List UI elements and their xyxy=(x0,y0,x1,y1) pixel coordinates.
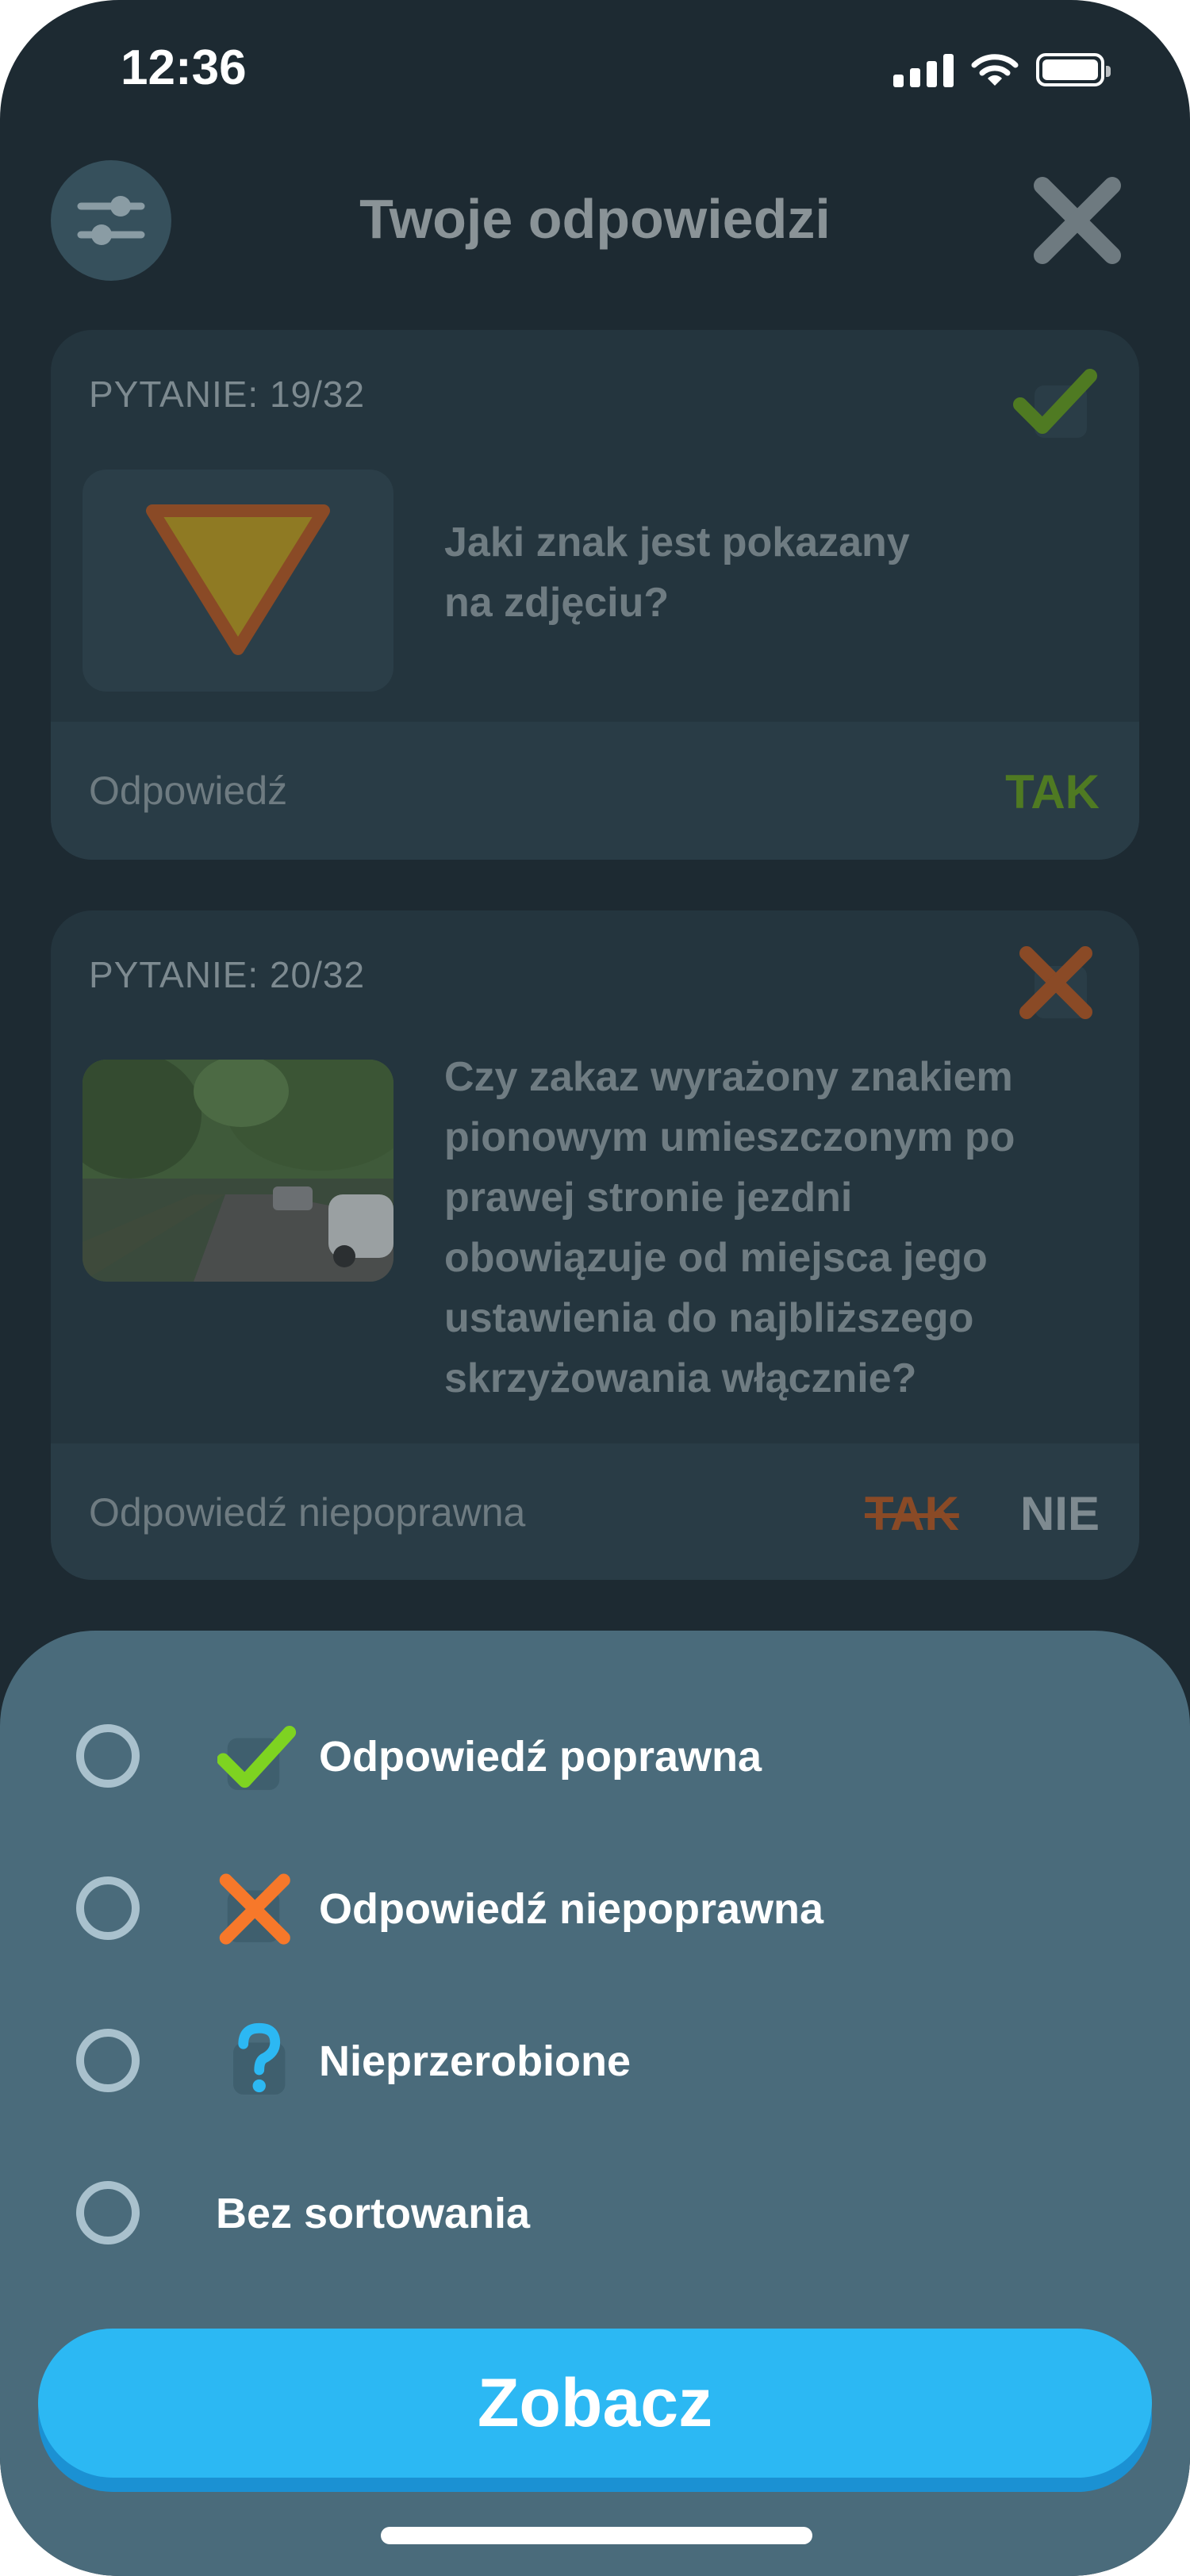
sort-option-label: Odpowiedź niepoprawna xyxy=(319,1885,824,1933)
question-number: PYTANIE: 20/32 xyxy=(89,954,366,995)
wifi-icon xyxy=(971,54,1019,86)
question-card[interactable]: PYTANIE: 20/32 Czy zakaz wyrażony znakie… xyxy=(51,910,1139,1580)
radio-button[interactable] xyxy=(76,2181,140,2244)
question-text-line: Jaki znak jest pokazany xyxy=(444,519,910,565)
sort-option-unanswered[interactable]: Nieprzerobione xyxy=(76,2022,1107,2110)
answer-label: Odpowiedź niepoprawna xyxy=(89,1490,526,1535)
radio-button[interactable] xyxy=(76,1876,140,1940)
sort-option-correct[interactable]: Odpowiedź poprawna xyxy=(76,1718,1107,1805)
status-icons xyxy=(893,52,1111,87)
question-text-line: ustawienia do najbliższego xyxy=(444,1295,974,1341)
question-text: Jaki znak jest pokazany na zdjęciu? xyxy=(444,512,910,633)
sort-option-label: Bez sortowania xyxy=(216,2190,531,2237)
question-text-line: skrzyżowania włącznie? xyxy=(444,1355,917,1401)
street-photo-image xyxy=(83,1060,393,1282)
answer-row: Odpowiedź TAK xyxy=(51,722,1139,860)
check-icon xyxy=(1013,369,1097,438)
question-text-line: prawej stronie jezdni xyxy=(444,1175,853,1221)
question-number: PYTANIE: 19/32 xyxy=(89,374,366,415)
correct-answer: NIE xyxy=(1019,1487,1100,1540)
cross-icon xyxy=(1019,946,1092,1019)
home-indicator xyxy=(381,2527,812,2544)
question-text-line: pionowym umieszczonym po xyxy=(444,1114,1015,1160)
answer-row: Odpowiedź niepoprawna TAK NIE xyxy=(51,1443,1139,1580)
show-button[interactable]: Zobacz xyxy=(38,2329,1152,2478)
page-title: Twoje odpowiedzi xyxy=(359,188,831,250)
question-text-line: obowiązuje od miejsca jego xyxy=(444,1235,988,1281)
wrong-answer: TAK xyxy=(865,1487,959,1540)
sort-option-none[interactable]: Bez sortowania xyxy=(76,2175,1107,2262)
sort-option-incorrect[interactable]: Odpowiedź niepoprawna xyxy=(76,1870,1107,1957)
radio-button[interactable] xyxy=(76,1724,140,1788)
answer-value: TAK xyxy=(1005,765,1100,818)
yield-sign-image xyxy=(83,470,393,692)
battery-icon xyxy=(1036,53,1111,86)
question-text-line: Czy zakaz wyrażony znakiem xyxy=(444,1054,1013,1100)
close-button[interactable] xyxy=(1028,171,1127,270)
radio-button[interactable] xyxy=(76,2029,140,2092)
question-text-line: na zdjęciu? xyxy=(444,580,670,626)
signal-icon xyxy=(893,52,954,87)
status-time: 12:36 xyxy=(121,40,247,95)
answer-label: Odpowiedź xyxy=(89,769,288,813)
phone-screen: 12:36 Twoje odpowiedzi PYTANIE: 19/32 Ja… xyxy=(0,0,1190,2576)
sort-option-label: Nieprzerobione xyxy=(319,2037,631,2085)
sort-option-label: Odpowiedź poprawna xyxy=(319,1733,762,1781)
question-text: Czy zakaz wyrażony znakiem pionowym umie… xyxy=(444,1047,1015,1409)
question-icon xyxy=(233,2022,286,2095)
cross-icon xyxy=(219,1873,290,1945)
question-card[interactable]: PYTANIE: 19/32 Jaki znak jest pokazany n… xyxy=(51,330,1139,860)
close-icon xyxy=(1034,177,1121,264)
check-icon xyxy=(217,1726,297,1790)
